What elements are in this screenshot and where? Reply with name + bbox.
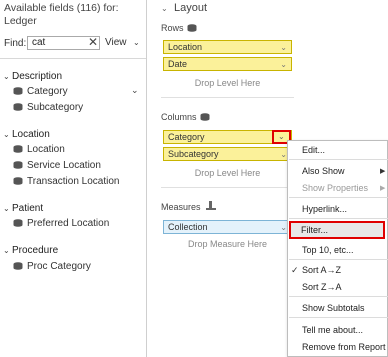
database-icon [13, 262, 23, 270]
group-label: Location [12, 129, 50, 140]
menu-item-top-10[interactable]: Top 10, etc... [302, 245, 354, 255]
field-item[interactable]: Category [13, 86, 68, 97]
find-label: Find: [4, 38, 27, 49]
chevron-down-icon[interactable]: ⌄ [133, 38, 140, 47]
chevron-right-icon: ▶ [380, 168, 386, 175]
group-label: Procedure [12, 245, 59, 256]
database-icon [187, 24, 197, 32]
columns-pill-subcategory[interactable]: Subcategory ⌄ [163, 147, 292, 161]
menu-separator [289, 218, 388, 219]
pill-label: Date [168, 59, 188, 69]
chevron-down-icon[interactable]: ⌄ [280, 149, 287, 161]
chevron-down-icon[interactable]: ⌄ [3, 246, 12, 255]
close-icon[interactable]: ✕ [88, 35, 98, 49]
group-label: Description [12, 71, 63, 82]
available-fields-title: Available fields (116) for: Ledger [4, 2, 119, 27]
menu-item-remove-from-report[interactable]: Remove from Report [302, 342, 386, 352]
chevron-down-icon[interactable]: ⌄ [280, 222, 287, 234]
field-item[interactable]: Subcategory [13, 102, 83, 113]
menu-separator [289, 317, 388, 318]
menu-item-show-subtotals[interactable]: Show Subtotals [302, 303, 365, 313]
rows-pill-location[interactable]: Location ⌄ [163, 40, 292, 54]
chevron-down-icon[interactable]: ⌄ [3, 72, 12, 81]
field-item[interactable]: Transaction Location [13, 176, 119, 187]
database-icon [13, 103, 23, 111]
columns-drop-zone[interactable]: Drop Level Here [161, 168, 294, 178]
field-label: Transaction Location [27, 176, 120, 187]
field-label: Preferred Location [27, 218, 110, 229]
measures-pill-collection[interactable]: Collection ⌄ [163, 220, 292, 234]
measures-drop-zone[interactable]: Drop Measure Here [161, 239, 294, 249]
group-patient[interactable]: ⌄ Patient [3, 203, 43, 214]
menu-item-also-show[interactable]: Also Show [302, 166, 345, 176]
database-icon [200, 113, 210, 121]
menu-item-edit[interactable]: Edit... [302, 145, 325, 155]
field-label: Category [27, 86, 68, 97]
divider [161, 187, 294, 188]
check-icon: ✓ [291, 265, 299, 275]
database-icon [13, 87, 23, 95]
field-item[interactable]: Preferred Location [13, 218, 109, 229]
menu-item-show-properties: Show Properties [302, 183, 369, 193]
menu-separator [289, 296, 388, 297]
group-location[interactable]: ⌄ Location [3, 129, 50, 140]
context-menu: Edit... Also Show ▶ Show Properties ▶ Hy… [287, 140, 388, 357]
chevron-down-icon[interactable]: ⌄ [280, 42, 287, 54]
group-procedure[interactable]: ⌄ Procedure [3, 245, 58, 256]
field-label: Proc Category [27, 261, 91, 272]
chevron-right-icon: ▶ [380, 185, 386, 192]
divider [0, 58, 146, 59]
database-icon [13, 219, 23, 227]
menu-item-filter[interactable]: Filter... [289, 221, 385, 239]
divider [161, 97, 294, 98]
rows-label-text: Rows [161, 23, 184, 33]
field-item[interactable]: Location [13, 144, 65, 155]
measures-label-text: Measures [161, 202, 201, 212]
columns-label-text: Columns [161, 112, 197, 122]
find-row: Find: cat ✕ View ⌄ [4, 35, 144, 50]
chevron-down-icon[interactable]: ⌄ [280, 59, 287, 71]
chevron-down-icon[interactable]: ⌄ [3, 130, 12, 139]
menu-item-filter-label: Filter... [301, 225, 329, 235]
menu-item-sort-az[interactable]: Sort A→Z [302, 265, 341, 275]
find-input-value: cat [32, 37, 46, 48]
menu-item-hyperlink[interactable]: Hyperlink... [302, 204, 347, 214]
pill-label: Subcategory [168, 149, 219, 159]
field-label: Service Location [27, 160, 101, 171]
panel-divider[interactable] [146, 0, 147, 357]
menu-separator [289, 159, 388, 160]
pill-label: Category [168, 132, 205, 142]
menu-item-sort-za[interactable]: Sort Z→A [302, 282, 342, 292]
pill-label: Location [168, 42, 203, 52]
database-icon [13, 177, 23, 185]
columns-label: Columns [161, 112, 210, 122]
field-label: Subcategory [27, 102, 84, 113]
chevron-down-icon[interactable]: ⌄ [161, 4, 168, 13]
rows-pill-date[interactable]: Date ⌄ [163, 57, 292, 71]
rows-label: Rows [161, 23, 197, 33]
view-button[interactable]: View [105, 37, 127, 48]
chevron-down-icon[interactable]: ⌄ [3, 204, 12, 213]
database-icon [13, 161, 23, 169]
find-input[interactable]: cat ✕ [27, 35, 100, 50]
database-icon [13, 145, 23, 153]
menu-separator [289, 259, 388, 260]
field-item[interactable]: Proc Category [13, 261, 91, 272]
field-label: Location [27, 144, 65, 155]
chevron-down-icon: ⌄ [278, 132, 285, 141]
rows-drop-zone[interactable]: Drop Level Here [161, 78, 294, 88]
field-item[interactable]: Service Location [13, 160, 101, 171]
chevron-down-icon[interactable]: ⌄ [131, 85, 139, 96]
group-description[interactable]: ⌄ Description [3, 71, 62, 82]
layout-title: Layout [174, 2, 208, 14]
pill-label: Collection [168, 222, 208, 232]
measures-label: Measures [161, 201, 217, 212]
available-fields-panel: Available fields (116) for: Ledger Find:… [0, 0, 146, 357]
menu-item-tell-me-about[interactable]: Tell me about... [302, 325, 363, 335]
menu-separator [289, 197, 388, 198]
ruler-icon [206, 201, 217, 210]
group-label: Patient [12, 203, 44, 214]
